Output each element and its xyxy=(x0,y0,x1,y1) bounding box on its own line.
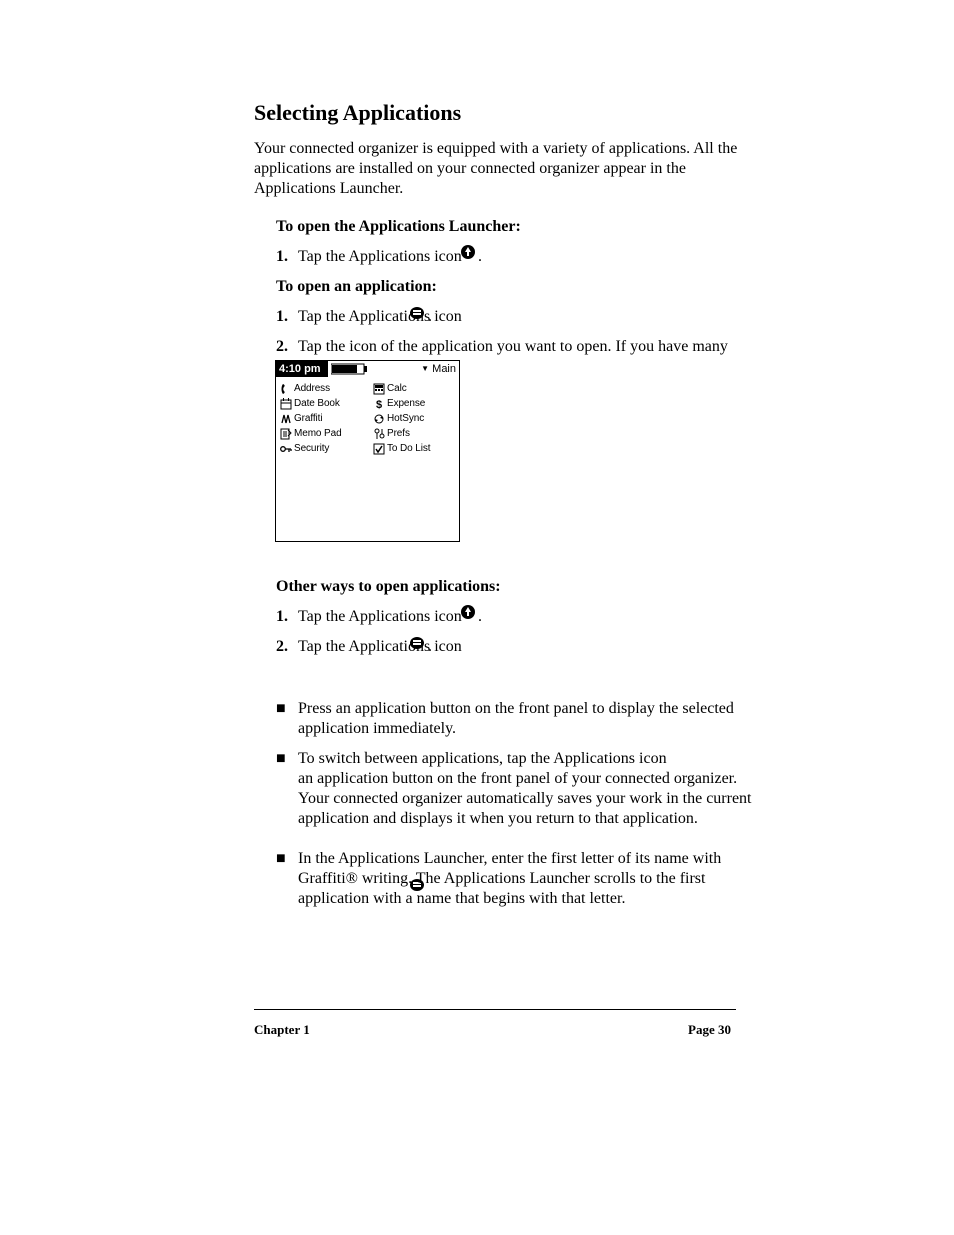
step-1-number: 1. xyxy=(276,248,288,266)
app-memopad[interactable]: Memo Pad xyxy=(280,428,373,440)
step-a1-text: Tap the Applications icon xyxy=(298,608,462,626)
step-a2-text: Tap the Applications icon xyxy=(298,638,462,656)
bullet-1-mark: ■ xyxy=(276,700,286,718)
category-label: Main xyxy=(432,363,456,375)
bullet-2a: To switch between applications, tap the … xyxy=(298,750,667,768)
section-heading: Selecting Applications xyxy=(254,100,461,126)
phone-icon xyxy=(280,383,292,395)
app-prefs[interactable]: Prefs xyxy=(373,428,457,440)
app-security[interactable]: Security xyxy=(280,443,373,455)
footer-chapter: Chapter 1 xyxy=(254,1022,310,1038)
bullet-2-mark: ■ xyxy=(276,750,286,768)
prefs-icon xyxy=(373,428,385,440)
bullet-2e: application and displays it when you ret… xyxy=(298,810,698,828)
app-hotsync[interactable]: HotSync xyxy=(373,413,457,425)
menu-icon xyxy=(409,306,425,325)
category-selector[interactable]: ▼ Main xyxy=(421,361,456,377)
step-1-text: Tap the Applications icon xyxy=(298,248,462,266)
calculator-icon xyxy=(373,383,385,395)
step-2-number: 1. xyxy=(276,308,288,326)
app-graffiti[interactable]: Graffiti xyxy=(280,413,373,425)
page: Selecting Applications Your connected or… xyxy=(0,0,954,1235)
applications-icon xyxy=(460,604,476,625)
step-3-text: Tap the icon of the application you want… xyxy=(298,338,728,356)
step-3-number: 2. xyxy=(276,338,288,356)
app-calc[interactable]: Calc xyxy=(373,383,457,395)
palm-topbar: 4:10 pm ▼ Main xyxy=(276,361,459,377)
step-a2-num: 2. xyxy=(276,638,288,656)
bullet-2c: an application button on the front panel… xyxy=(298,770,737,788)
subheading-1: To open the Applications Launcher: xyxy=(276,218,521,236)
subheading-3: Other ways to open applications: xyxy=(276,578,501,596)
step-2-text: Tap the Applications icon xyxy=(298,308,462,326)
svg-text:$: $ xyxy=(376,399,382,410)
app-expense[interactable]: $ Expense xyxy=(373,398,457,410)
footer-rule xyxy=(254,1009,736,1010)
palm-clock[interactable]: 4:10 pm xyxy=(276,361,328,377)
dropdown-triangle-icon: ▼ xyxy=(421,364,429,373)
applications-icon xyxy=(460,244,476,265)
bullet-3a: In the Applications Launcher, enter the … xyxy=(298,850,721,868)
bullet-3-mark: ■ xyxy=(276,850,286,868)
app-todolist[interactable]: To Do List xyxy=(373,443,457,455)
app-list: Address Calc Date Book xyxy=(280,381,457,456)
checkbox-icon xyxy=(373,443,385,455)
step-1-period: . xyxy=(478,248,482,266)
dollar-icon: $ xyxy=(373,398,385,410)
intro-line-1: Your connected organizer is equipped wit… xyxy=(254,140,737,158)
bullet-3c: application with a name that begins with… xyxy=(298,890,625,908)
step-a1-period: . xyxy=(478,608,482,626)
intro-line-3: Applications Launcher. xyxy=(254,180,403,198)
calendar-icon xyxy=(280,398,292,410)
step-a2-period: . xyxy=(428,638,432,656)
palm-launcher-screenshot: 4:10 pm ▼ Main Address xyxy=(275,360,460,542)
key-icon xyxy=(280,443,292,455)
subheading-2: To open an application: xyxy=(276,278,437,296)
bullet-3b: Graffiti® writing. The Applications Laun… xyxy=(298,870,705,888)
battery-icon xyxy=(331,363,369,375)
graffiti-icon xyxy=(280,413,292,425)
menu-icon xyxy=(409,636,425,655)
hotsync-icon xyxy=(373,413,385,425)
step-2-period: . xyxy=(428,308,432,326)
app-datebook[interactable]: Date Book xyxy=(280,398,373,410)
footer-page: Page 30 xyxy=(688,1022,731,1038)
step-a1-num: 1. xyxy=(276,608,288,626)
bullet-1a: Press an application button on the front… xyxy=(298,700,734,718)
memo-icon xyxy=(280,428,292,440)
app-address[interactable]: Address xyxy=(280,383,373,395)
bullet-2d: Your connected organizer automatically s… xyxy=(298,790,752,808)
bullet-1b: application immediately. xyxy=(298,720,456,738)
intro-line-2: applications are installed on your conne… xyxy=(254,160,686,178)
